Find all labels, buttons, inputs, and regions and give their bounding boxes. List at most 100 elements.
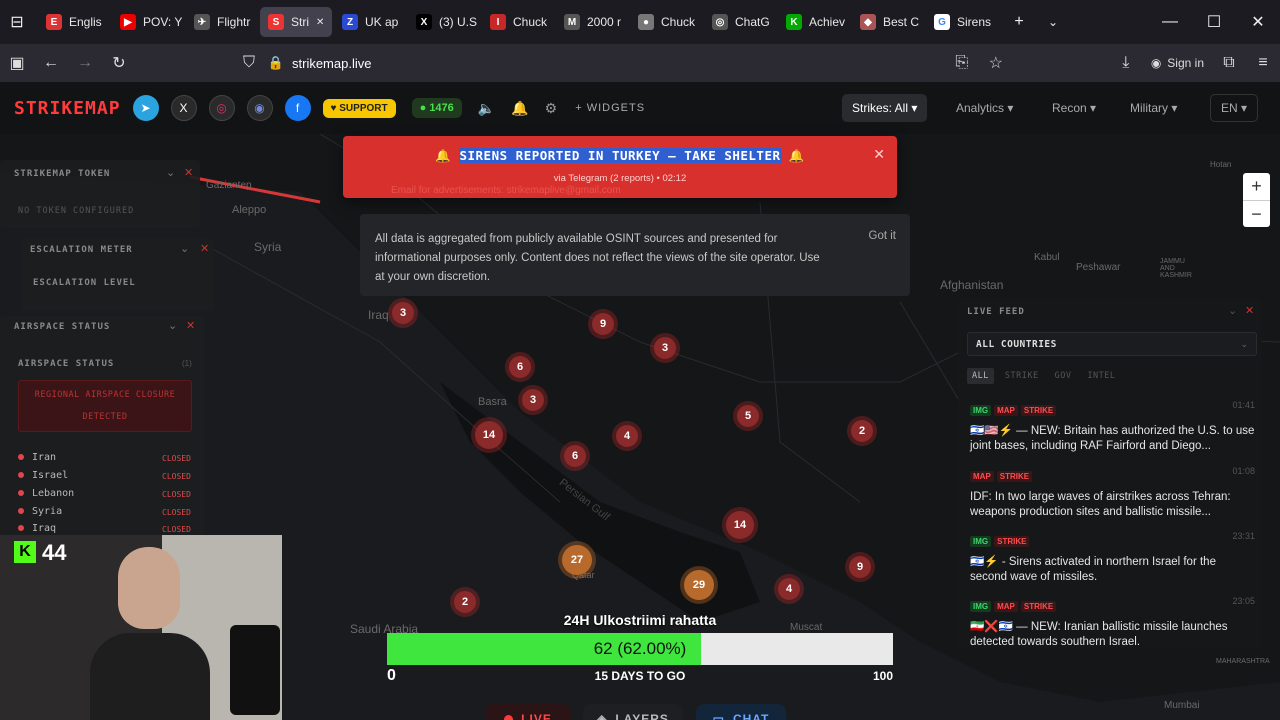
strike-cluster[interactable]: 4 [616,425,638,447]
browser-tab[interactable]: ◆ Best C [852,7,924,37]
instagram-icon[interactable]: ◎ [208,95,235,121]
tab-gov[interactable]: GOV [1050,368,1077,384]
country-filter-select[interactable]: ALL COUNTRIES ⌄ [967,332,1257,356]
support-button[interactable]: ♥ SUPPORT [322,98,396,118]
tag-img: IMG [970,405,992,416]
analytics-menu[interactable]: Analytics ▾ [946,94,1023,122]
layers-button[interactable]: ◈ LAYERS [583,704,683,720]
back-button[interactable]: ← [34,46,68,80]
feed-text: 🇮🇱🇺🇸⚡ — NEW: Britain has authorized the … [970,425,1255,452]
sign-in-button[interactable]: ◉ Sign in [1151,56,1204,70]
close-panel-icon[interactable]: ✕ [184,166,193,179]
browser-tab[interactable]: G Sirens [926,7,998,37]
feed-item[interactable]: IMG MAP STRIKE 23:05 🇮🇷❌🇮🇱 — NEW: Iranian … [970,596,1255,650]
feed-tabs: ALL STRIKE GOV INTEL [967,368,1121,384]
browser-tab[interactable]: ◎ ChatG [704,7,776,37]
feed-item[interactable]: IMG MAP STRIKE 01:41 🇮🇱🇺🇸⚡ — NEW: Britain … [970,400,1255,454]
strike-cluster[interactable]: 29 [684,570,714,600]
tab-label: Best C [883,15,920,29]
tab-list-chevron-icon[interactable]: ⌄ [1036,5,1070,39]
strike-cluster[interactable]: 2 [851,420,873,442]
strike-map[interactable]: STRIKEMAP ➤ X ◎ ◉ f ♥ SUPPORT ● 1476 🔈 🔔… [0,82,1280,720]
minimize-button[interactable]: — [1148,5,1192,39]
airspace-country: Syria [18,506,62,517]
close-alert-button[interactable]: ✕ [873,146,885,163]
widgets-button[interactable]: + WIDGETS [575,102,645,114]
bookmark-star-icon[interactable]: ☆ [979,46,1013,80]
facebook-icon[interactable]: f [284,95,311,121]
collapse-icon[interactable]: ⌄ [168,319,177,332]
browser-tab[interactable]: ● Chuck [630,7,702,37]
close-panel-icon[interactable]: ✕ [186,319,195,332]
strike-cluster[interactable]: 6 [564,445,586,467]
strike-cluster[interactable]: 5 [737,405,759,427]
gear-icon[interactable]: ⚙ [545,100,558,117]
military-menu[interactable]: Military ▾ [1120,94,1187,122]
new-tab-button[interactable]: + [1002,5,1036,39]
extensions-icon[interactable]: ⧉ [1212,46,1246,80]
strike-cluster[interactable]: 9 [849,556,871,578]
feed-time: 23:31 [1232,531,1255,541]
feed-text: IDF: In two large waves of airstrikes ac… [970,491,1231,518]
zoom-out-button[interactable]: − [1243,200,1270,227]
got-it-button[interactable]: Got it [869,230,896,242]
browser-tab[interactable]: X (3) U.S [408,7,480,37]
telegram-icon[interactable]: ➤ [132,95,159,121]
collapse-icon[interactable]: ⌄ [166,166,175,179]
feed-item[interactable]: MAP STRIKE 01:08 IDF: In two large waves … [970,466,1255,520]
browser-tab[interactable]: I Chuck [482,7,554,37]
collapse-icon[interactable]: ⌄ [1228,304,1237,317]
menu-icon[interactable]: ≡ [1246,46,1280,80]
strike-cluster[interactable]: 6 [509,356,531,378]
shield-icon[interactable]: ⛉ [232,46,266,80]
sound-icon[interactable]: 🔈 [478,100,495,117]
maximize-button[interactable]: ☐ [1192,5,1236,39]
browser-tab[interactable]: ▶ POV: Y [112,7,184,37]
closed-badge: CLOSED [162,472,191,481]
strike-cluster[interactable]: 3 [654,337,676,359]
sidebar-toggle-icon[interactable]: ▣ [0,46,34,80]
strikemap-logo[interactable]: STRIKEMAP [14,98,121,119]
address-bar[interactable]: strikemap.live [292,56,371,71]
close-tab-icon[interactable]: ✕ [316,17,324,28]
close-panel-icon[interactable]: ✕ [200,242,209,255]
browser-tab[interactable]: K Achiev [778,7,850,37]
tab-overview-icon[interactable]: ⊟ [0,5,34,39]
recon-menu[interactable]: Recon ▾ [1042,94,1106,122]
forward-button[interactable]: → [68,46,102,80]
strike-cluster[interactable]: 3 [522,389,544,411]
strike-cluster[interactable]: 14 [726,511,754,539]
browser-tab[interactable]: S Stri ✕ [260,7,332,37]
language-menu[interactable]: EN ▾ [1210,94,1259,122]
zoom-in-button[interactable]: + [1243,173,1270,200]
strikes-filter-menu[interactable]: Strikes: All ▾ [842,94,928,122]
tab-all[interactable]: ALL [967,368,994,384]
strike-cluster[interactable]: 9 [592,313,614,335]
x-icon[interactable]: X [170,95,197,121]
discord-icon[interactable]: ◉ [246,95,273,121]
chat-button[interactable]: ▭ CHAT [696,704,786,720]
strike-cluster[interactable]: 3 [392,302,414,324]
strike-cluster[interactable]: 27 [562,545,592,575]
tab-strike[interactable]: STRIKE [1000,368,1044,384]
collapse-icon[interactable]: ⌄ [180,242,189,255]
goal-days: 15 DAYS TO GO [594,669,686,683]
download-icon[interactable]: ⤓ [1109,46,1143,80]
siren-alert-banner[interactable]: 🔔 SIRENS REPORTED IN TURKEY — TAKE SHELTE… [343,136,897,198]
strike-cluster[interactable]: 2 [454,591,476,613]
browser-tab[interactable]: E Englis [38,7,110,37]
close-window-button[interactable]: ✕ [1236,5,1280,39]
feed-item[interactable]: IMG STRIKE 23:31 🇮🇱⚡ - Sirens activated i… [970,531,1255,585]
tab-intel[interactable]: INTEL [1082,368,1120,384]
browser-tab[interactable]: ✈ Flightr [186,7,258,37]
live-button[interactable]: LIVE [485,704,571,720]
bell-icon[interactable]: 🔔 [511,100,528,117]
close-panel-icon[interactable]: ✕ [1245,304,1254,317]
reader-view-icon[interactable]: ⎘ [945,46,979,80]
browser-tab[interactable]: M 2000 r [556,7,628,37]
strike-cluster[interactable]: 4 [778,578,800,600]
tag-img: IMG [970,536,992,547]
reload-button[interactable]: ↻ [102,46,136,80]
browser-tab[interactable]: Z UK ap [334,7,406,37]
strike-cluster[interactable]: 14 [475,421,503,449]
